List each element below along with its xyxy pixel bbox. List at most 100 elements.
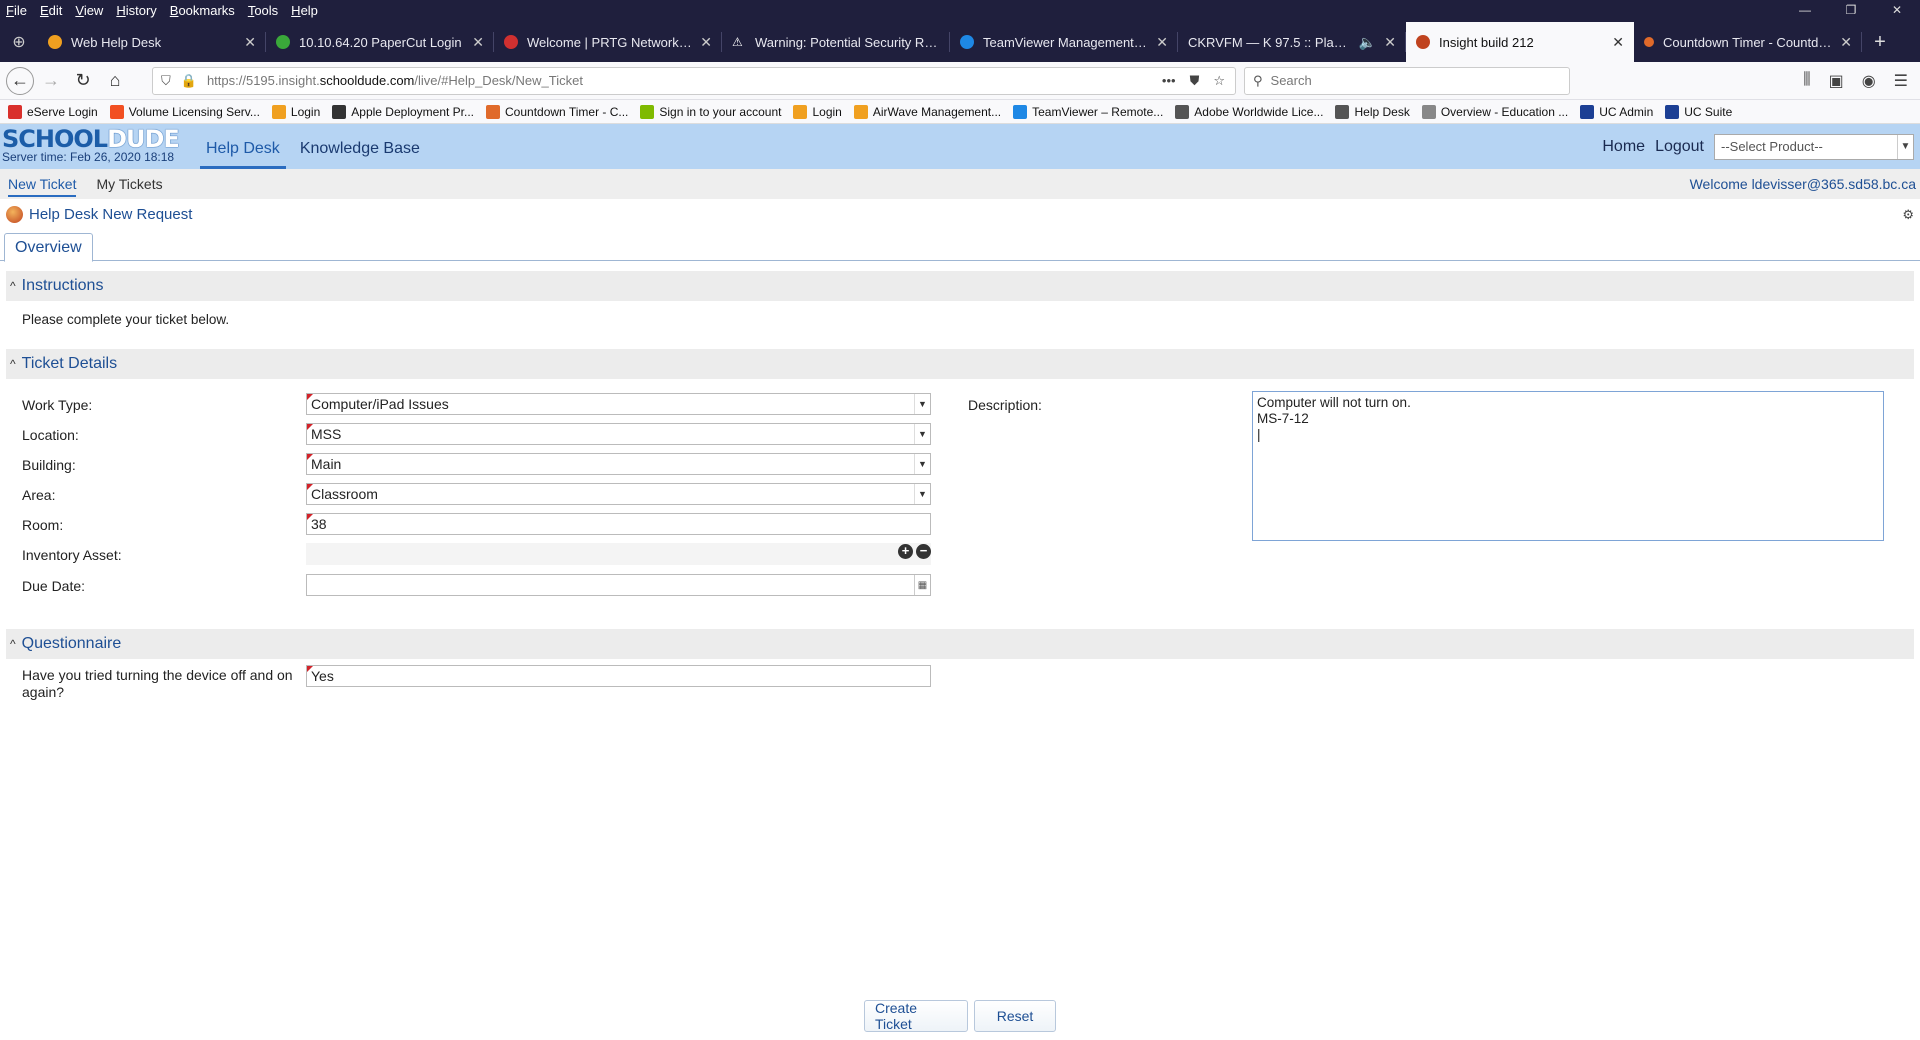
bookmark-favicon-icon	[486, 104, 501, 119]
work-type-value: Computer/iPad Issues	[311, 396, 449, 412]
tab-close-icon[interactable]: ✕	[1840, 34, 1852, 51]
account-icon[interactable]: ◉	[1862, 71, 1876, 91]
bookmark-item[interactable]: Adobe Worldwide Lice...	[1175, 104, 1323, 119]
speaker-icon[interactable]: 🔈	[1359, 34, 1376, 51]
work-type-select[interactable]: Computer/iPad Issues ▼	[306, 393, 931, 415]
add-circle-icon[interactable]: +	[898, 544, 913, 559]
tab-close-icon[interactable]: ✕	[700, 34, 712, 51]
area-select[interactable]: Classroom ▼	[306, 483, 931, 505]
page-title: Help Desk New Request	[29, 205, 193, 223]
bookmark-favicon-icon	[1175, 104, 1190, 119]
browser-tab[interactable]: 10.10.64.20 PaperCut Login ✕	[266, 22, 494, 62]
menu-view[interactable]: View	[75, 3, 103, 18]
logout-link[interactable]: Logout	[1655, 138, 1704, 156]
tab-title: Web Help Desk	[71, 34, 162, 50]
tab-new-ticket[interactable]: New Ticket	[8, 171, 77, 197]
library-icon[interactable]: ⫼	[1803, 71, 1810, 91]
due-date-input[interactable]: ▦	[306, 574, 931, 596]
minimize-icon[interactable]: —	[1782, 0, 1828, 20]
home-link[interactable]: Home	[1602, 138, 1645, 156]
instructions-header[interactable]: ^ Instructions	[6, 271, 1914, 301]
menu-tools[interactable]: Tools	[248, 3, 278, 18]
browser-tab[interactable]: TeamViewer Management Con ✕	[950, 22, 1178, 62]
warning-icon: ⚠	[732, 35, 743, 49]
ticket-details-header[interactable]: ^ Ticket Details	[6, 349, 1914, 379]
menu-bookmarks[interactable]: Bookmarks	[170, 3, 235, 18]
question-answer-input[interactable]: Yes	[306, 665, 931, 687]
browser-tab[interactable]: ⚠ Warning: Potential Security Risk	[722, 22, 950, 62]
bookmark-favicon-icon	[109, 104, 124, 119]
bookmark-item[interactable]: Sign in to your account	[640, 104, 781, 119]
shield-icon[interactable]: ⛉	[161, 73, 171, 89]
browser-tab[interactable]: Welcome | PRTG Network Moni ✕	[494, 22, 722, 62]
bookmark-favicon-icon	[332, 104, 347, 119]
bookmark-item[interactable]: Login	[271, 104, 320, 119]
url-bar[interactable]: ⛉ 🔒 https://5195.insight. schooldude.com /…	[152, 66, 1236, 95]
tab-overview[interactable]: Overview	[4, 233, 93, 262]
bookmark-item[interactable]: Apple Deployment Pr...	[332, 104, 474, 119]
product-select[interactable]: --Select Product-- ▼	[1714, 133, 1914, 160]
browser-tab[interactable]: Countdown Timer - Countdow ✕	[1634, 22, 1862, 62]
restore-icon[interactable]: ❐	[1828, 0, 1874, 20]
calendar-icon[interactable]: ▦	[914, 575, 930, 595]
location-select[interactable]: MSS ▼	[306, 423, 931, 445]
menu-help[interactable]: Help	[291, 3, 318, 18]
menu-history[interactable]: History	[116, 3, 156, 18]
tab-close-icon[interactable]: ✕	[1612, 34, 1624, 51]
tab-close-icon[interactable]: ✕	[244, 34, 256, 51]
bookmark-favicon-icon	[1013, 104, 1028, 119]
area-label: Area:	[22, 487, 56, 503]
tab-close-icon[interactable]: ✕	[472, 34, 484, 51]
forward-icon[interactable]: →	[36, 66, 66, 96]
menu-file[interactable]: File	[6, 3, 27, 18]
remove-circle-icon[interactable]: −	[916, 544, 931, 559]
tab-close-icon[interactable]: ✕	[1384, 34, 1396, 51]
tab-help-desk[interactable]: Help Desk	[200, 124, 286, 169]
tab-knowledge-base[interactable]: Knowledge Base	[294, 124, 426, 169]
bookmark-item[interactable]: Overview - Education ...	[1421, 104, 1568, 119]
browser-tab[interactable]: Web Help Desk ✕	[38, 22, 266, 62]
tab-my-tickets[interactable]: My Tickets	[96, 176, 162, 192]
bookmark-item[interactable]: Volume Licensing Serv...	[109, 104, 260, 119]
bookmark-item[interactable]: eServe Login	[8, 104, 98, 119]
search-field[interactable]: ⚲ Search	[1244, 66, 1570, 95]
new-tab-icon[interactable]: +	[1862, 22, 1898, 62]
sidebar-icon[interactable]: ▣	[1829, 71, 1844, 91]
tab-favicon-icon	[48, 35, 62, 49]
bookmark-item[interactable]: UC Suite	[1665, 104, 1732, 119]
work-type-label: Work Type:	[22, 397, 93, 413]
pocket-icon[interactable]: ⛊	[1190, 73, 1200, 89]
bookmark-item[interactable]: TeamViewer – Remote...	[1013, 104, 1163, 119]
schooldude-logo[interactable]: SCHOOLDUDE Server time: Feb 26, 2020 18:…	[0, 124, 200, 169]
back-icon[interactable]: ←	[6, 66, 34, 95]
bookmark-item[interactable]: Countdown Timer - C...	[486, 104, 629, 119]
bookmark-item[interactable]: Login	[793, 104, 842, 119]
bookmark-label: eServe Login	[27, 104, 98, 119]
close-window-icon[interactable]: ✕	[1874, 0, 1920, 20]
browser-tab[interactable]: CKRVFM — K 97.5 :: Player 🔈 ✕	[1178, 22, 1406, 62]
reset-button[interactable]: Reset	[974, 1000, 1056, 1032]
browser-tab-active[interactable]: Insight build 212 ✕	[1406, 22, 1634, 62]
instructions-section: ^ Instructions Please complete your tick…	[6, 271, 1914, 349]
more-actions-icon[interactable]: •••	[1162, 73, 1176, 89]
bookmark-star-icon[interactable]: ☆	[1213, 73, 1225, 89]
bookmark-item[interactable]: Help Desk	[1335, 104, 1410, 119]
home-icon[interactable]: ⌂	[100, 66, 130, 96]
bookmark-label: Countdown Timer - C...	[505, 104, 629, 119]
reload-icon[interactable]: ↻	[68, 66, 98, 96]
hamburger-menu-icon[interactable]: ☰	[1894, 71, 1908, 91]
description-label: Description:	[968, 397, 1042, 413]
questionnaire-header[interactable]: ^ Questionnaire	[6, 629, 1914, 659]
browser-menubar: File Edit View History Bookmarks Tools H…	[0, 0, 1920, 20]
lock-icon[interactable]: 🔒	[181, 73, 197, 89]
globe-icon[interactable]: ⊕	[0, 22, 38, 62]
room-input[interactable]: 38	[306, 513, 931, 535]
settings-tool-icon[interactable]: ⚙	[1902, 207, 1914, 223]
menu-edit[interactable]: Edit	[40, 3, 62, 18]
building-select[interactable]: Main ▼	[306, 453, 931, 475]
bookmark-item[interactable]: AirWave Management...	[853, 104, 1001, 119]
tab-close-icon[interactable]: ✕	[1156, 34, 1168, 51]
bookmark-item[interactable]: UC Admin	[1580, 104, 1653, 119]
create-ticket-button[interactable]: Create Ticket	[864, 1000, 968, 1032]
description-textarea[interactable]: Computer will not turn on. MS-7-12 |	[1252, 391, 1884, 541]
